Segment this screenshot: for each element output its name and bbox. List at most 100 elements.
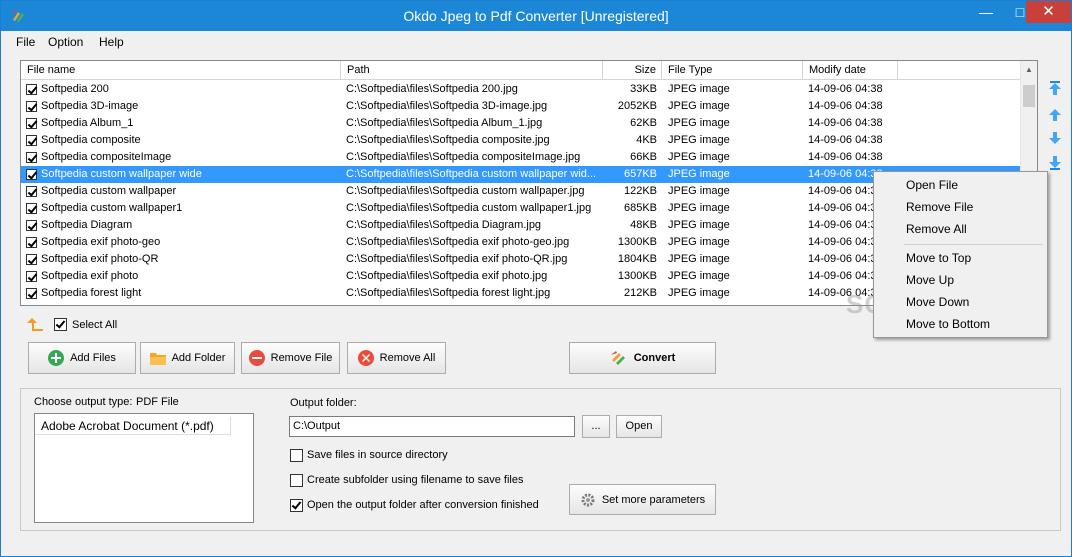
cell-modified: 14-09-06 04:38 — [808, 134, 883, 146]
cell-size: 657KB — [623, 168, 657, 180]
table-row[interactable]: Softpedia custom wallpaper1 C:\Softpedia\… — [21, 200, 1021, 217]
output-type-label: Choose output type: — [34, 396, 133, 408]
scroll-up-icon[interactable]: ▲ — [1025, 65, 1033, 74]
cell-name: Softpedia custom wallpaper wide — [41, 168, 202, 180]
menu-remove-all[interactable]: Remove All — [906, 222, 967, 236]
row-checkbox[interactable] — [26, 118, 37, 129]
cell-size: 66KB — [630, 151, 657, 163]
column-file-name[interactable]: File name — [21, 61, 341, 80]
menu-move-up[interactable]: Move Up — [906, 273, 954, 287]
cell-size: 1804KB — [617, 253, 657, 265]
menu-remove-file[interactable]: Remove File — [906, 200, 973, 214]
cell-size: 48KB — [630, 219, 657, 231]
table-row[interactable]: Softpedia exif photo-geo C:\Softpedia\fil… — [21, 234, 1021, 251]
remove-all-label: Remove All — [379, 352, 436, 364]
menu-open-file[interactable]: Open File — [906, 178, 958, 192]
menu-option[interactable]: Option — [48, 35, 83, 49]
save-in-source-checkbox[interactable] — [290, 449, 303, 462]
remove-all-button[interactable]: Remove All — [347, 342, 446, 374]
convert-button[interactable]: Convert — [569, 342, 716, 374]
row-checkbox[interactable] — [26, 135, 37, 146]
table-row[interactable]: Softpedia composite C:\Softpedia\files\So… — [21, 132, 1021, 149]
cell-size: 685KB — [623, 202, 657, 214]
cell-size: 62KB — [630, 117, 657, 129]
cell-name: Softpedia composite — [41, 134, 141, 146]
row-checkbox[interactable] — [26, 84, 37, 95]
cell-modified: 14-09-06 04:38 — [808, 100, 883, 112]
browse-button[interactable]: ... — [582, 415, 610, 438]
open-after-checkbox[interactable] — [290, 499, 303, 512]
table-row[interactable]: Softpedia custom wallpaper C:\Softpedia\f… — [21, 183, 1021, 200]
cell-type: JPEG image — [668, 236, 730, 248]
cell-name: Softpedia Diagram — [41, 219, 133, 231]
add-folder-button[interactable]: Add Folder — [140, 342, 235, 374]
row-checkbox[interactable] — [26, 237, 37, 248]
cell-path: C:\Softpedia\files\Softpedia 3D-image.jp… — [346, 100, 548, 112]
row-checkbox[interactable] — [26, 101, 37, 112]
cell-modified: 14-09-06 04:38 — [808, 151, 883, 163]
cell-size: 4KB — [636, 134, 657, 146]
cell-type: JPEG image — [668, 168, 730, 180]
output-format-list[interactable]: Adobe Acrobat Document (*.pdf) — [34, 413, 254, 523]
table-row[interactable]: Softpedia custom wallpaper wide C:\Softpe… — [21, 166, 1021, 183]
cell-modified: 14-09-06 04:38 — [808, 117, 883, 129]
set-more-parameters-button[interactable]: Set more parameters — [569, 484, 716, 515]
move-down-icon[interactable] — [1047, 130, 1063, 146]
gear-icon — [581, 493, 595, 506]
output-format-item[interactable]: Adobe Acrobat Document (*.pdf) — [35, 417, 231, 435]
table-row[interactable]: Softpedia Album_1 C:\Softpedia\files\Soft… — [21, 115, 1021, 132]
cell-type: JPEG image — [668, 117, 730, 129]
row-checkbox[interactable] — [26, 203, 37, 214]
menu-help[interactable]: Help — [99, 35, 124, 49]
menu-move-down[interactable]: Move Down — [906, 295, 969, 309]
move-to-bottom-icon[interactable] — [1047, 155, 1063, 171]
move-up-icon[interactable] — [1047, 107, 1063, 123]
table-row[interactable]: Softpedia 200 C:\Softpedia\files\Softpedi… — [21, 81, 1021, 98]
menu-bar: File Option Help — [2, 31, 1070, 53]
row-checkbox[interactable] — [26, 254, 37, 265]
row-checkbox[interactable] — [26, 152, 37, 163]
cell-name: Softpedia exif photo-QR — [41, 253, 159, 265]
title-bar[interactable]: Okdo Jpeg to Pdf Converter [Unregistered… — [1, 1, 1071, 31]
column-size[interactable]: Size — [603, 61, 662, 80]
output-folder-input[interactable]: C:\Output — [289, 416, 575, 437]
remove-file-label: Remove File — [270, 352, 333, 364]
row-checkbox[interactable] — [26, 271, 37, 282]
row-checkbox[interactable] — [26, 220, 37, 231]
menu-move-to-top[interactable]: Move to Top — [906, 251, 971, 265]
table-row[interactable]: Softpedia 3D-image C:\Softpedia\files\Sof… — [21, 98, 1021, 115]
open-after-label: Open the output folder after conversion … — [307, 499, 539, 511]
minimize-button[interactable]: — — [969, 1, 1003, 23]
cell-path: C:\Softpedia\files\Softpedia 200.jpg — [346, 83, 518, 95]
up-folder-icon[interactable] — [27, 316, 45, 332]
table-row[interactable]: Softpedia compositeImage C:\Softpedia\fil… — [21, 149, 1021, 166]
select-all-label: Select All — [72, 319, 118, 331]
remove-file-button[interactable]: Remove File — [241, 342, 340, 374]
table-row[interactable]: Softpedia exif photo C:\Softpedia\files\S… — [21, 268, 1021, 285]
close-button[interactable]: ✕ — [1026, 1, 1071, 23]
create-subfolder-checkbox[interactable] — [290, 474, 303, 487]
row-checkbox[interactable] — [26, 186, 37, 197]
set-more-parameters-label: Set more parameters — [601, 493, 706, 506]
list-header: File name Path Size File Type Modify dat… — [21, 61, 1021, 80]
row-checkbox[interactable] — [26, 288, 37, 299]
table-row[interactable]: Softpedia exif photo-QR C:\Softpedia\file… — [21, 251, 1021, 268]
column-modify-date[interactable]: Modify date — [803, 61, 898, 80]
select-all-checkbox[interactable] — [54, 318, 67, 331]
menu-file[interactable]: File — [16, 35, 35, 49]
row-checkbox[interactable] — [26, 169, 37, 180]
menu-move-to-bottom[interactable]: Move to Bottom — [906, 317, 990, 331]
open-folder-button[interactable]: Open — [616, 415, 662, 438]
cell-name: Softpedia compositeImage — [41, 151, 172, 163]
scroll-thumb[interactable] — [1023, 85, 1035, 107]
cell-name: Softpedia 200 — [41, 83, 109, 95]
cell-size: 1300KB — [617, 270, 657, 282]
add-files-button[interactable]: Add Files — [28, 342, 136, 374]
cell-type: JPEG image — [668, 202, 730, 214]
move-to-top-icon[interactable] — [1047, 80, 1063, 96]
cell-name: Softpedia forest light — [41, 287, 142, 299]
column-path[interactable]: Path — [341, 61, 603, 80]
output-folder-label: Output folder: — [290, 397, 357, 409]
column-file-type[interactable]: File Type — [662, 61, 803, 80]
table-row[interactable]: Softpedia Diagram C:\Softpedia\files\Soft… — [21, 217, 1021, 234]
